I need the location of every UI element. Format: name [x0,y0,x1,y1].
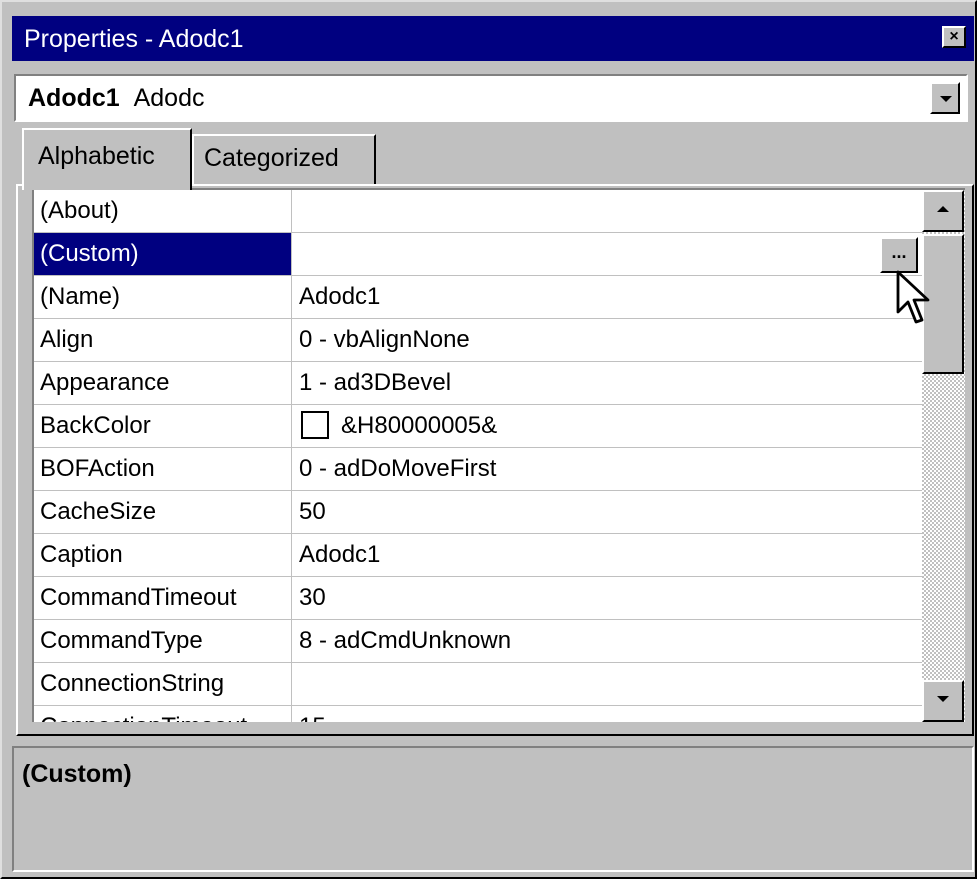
property-row-align[interactable]: Align 0 - vbAlignNone [34,319,922,362]
property-value[interactable]: 0 - adDoMoveFirst [292,448,922,490]
property-name[interactable]: CommandTimeout [34,577,292,619]
description-title: (Custom) [22,760,132,788]
property-value[interactable] [292,663,922,705]
property-name[interactable]: CacheSize [34,491,292,533]
property-row-appearance[interactable]: Appearance 1 - ad3DBevel [34,362,922,405]
object-selector-text: Adodc1 Adodc [28,82,204,114]
tab-alphabetic[interactable]: Alphabetic [22,128,192,190]
property-value[interactable]: Adodc1 [292,534,922,576]
property-row-backcolor[interactable]: BackColor &H80000005& [34,405,922,448]
color-swatch [301,410,329,439]
tab-alphabetic-label: Alphabetic [38,142,155,170]
property-row-custom[interactable]: (Custom) ... [34,233,922,276]
property-name[interactable]: (Name) [34,276,292,318]
property-name[interactable]: Caption [34,534,292,576]
chevron-down-icon [940,96,952,102]
scroll-up-button[interactable] [922,190,964,232]
tab-categorized[interactable]: Categorized [192,134,376,184]
property-value[interactable]: &H80000005& [292,405,922,447]
title-bar[interactable]: Properties - Adodc1 × [12,16,974,61]
property-value[interactable]: 50 [292,491,922,533]
property-value[interactable] [292,190,922,232]
property-row-about[interactable]: (About) [34,190,922,233]
property-row-connectionstring[interactable]: ConnectionString [34,663,922,706]
property-value[interactable]: 30 [292,577,922,619]
property-name[interactable]: ConnectionString [34,663,292,705]
property-row-name[interactable]: (Name) Adodc1 [34,276,922,319]
arrow-down-icon [937,696,949,702]
property-value[interactable]: 1 - ad3DBevel [292,362,922,404]
property-name[interactable]: ConnectionTimeout [34,706,292,722]
properties-window: Properties - Adodc1 × Adodc1 Adodc Alpha… [0,0,977,879]
object-selector[interactable]: Adodc1 Adodc [14,74,968,122]
property-value[interactable]: 0 - vbAlignNone [292,319,922,361]
tab-categorized-label: Categorized [204,144,339,172]
property-value[interactable] [292,233,922,275]
description-pane: (Custom) [12,746,974,872]
property-row-commandtimeout[interactable]: CommandTimeout 30 [34,577,922,620]
property-row-commandtype[interactable]: CommandType 8 - adCmdUnknown [34,620,922,663]
object-name: Adodc1 [28,84,120,112]
object-selector-dropdown-button[interactable] [930,82,960,114]
ellipsis-button[interactable]: ... [880,237,918,273]
property-name[interactable]: Align [34,319,292,361]
close-button[interactable]: × [942,26,966,48]
property-value[interactable]: 15 [292,706,922,722]
scroll-down-button[interactable] [922,680,964,722]
property-row-bofaction[interactable]: BOFAction 0 - adDoMoveFirst [34,448,922,491]
property-name[interactable]: Appearance [34,362,292,404]
property-value[interactable]: Adodc1 [292,276,922,318]
property-row-cachesize[interactable]: CacheSize 50 [34,491,922,534]
property-rows: (About) (Custom) ... (Name) Adodc1 Align… [34,190,922,722]
property-value[interactable]: 8 - adCmdUnknown [292,620,922,662]
mouse-cursor-icon [896,270,930,324]
close-icon: × [949,28,959,45]
property-name[interactable]: (Custom) [34,233,292,275]
property-row-connectiontimeout[interactable]: ConnectionTimeout 15 [34,706,922,722]
property-grid: (About) (Custom) ... (Name) Adodc1 Align… [32,188,965,722]
property-name[interactable]: BackColor [34,405,292,447]
object-type: Adodc [133,84,205,112]
property-value-text: &H80000005& [341,412,498,439]
property-row-caption[interactable]: Caption Adodc1 [34,534,922,577]
property-name[interactable]: (About) [34,190,292,232]
property-name[interactable]: BOFAction [34,448,292,490]
arrow-up-icon [937,206,949,212]
window-title: Properties - Adodc1 [24,25,244,53]
property-name[interactable]: CommandType [34,620,292,662]
